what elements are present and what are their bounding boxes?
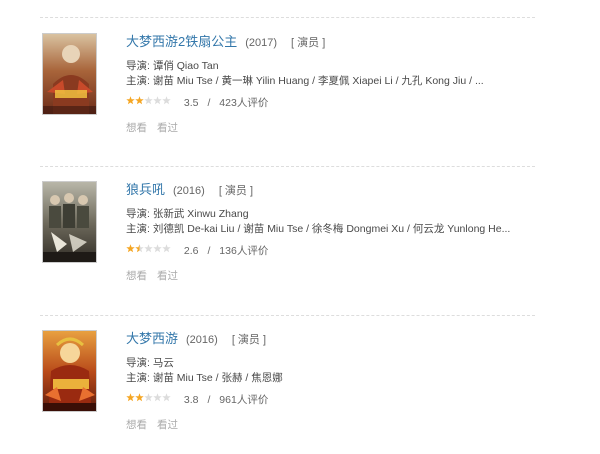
- film-year: (2016): [186, 334, 218, 346]
- rating-separator: /: [207, 394, 211, 406]
- film-poster[interactable]: [42, 181, 97, 263]
- film-item: 大梦西游2铁扇公主 (2017) [ 演员 ] 导演: 谭俏 Qiao Tan …: [40, 33, 535, 157]
- film-item: 大梦西游 (2016) [ 演员 ] 导演: 马云 主演: 谢苗 Miu Tse…: [40, 330, 535, 454]
- want-to-watch-button[interactable]: 想看: [126, 270, 147, 282]
- film-year: (2016): [173, 185, 205, 197]
- watched-button[interactable]: 看过: [157, 122, 178, 134]
- star-icon: [126, 96, 135, 105]
- film-director: 导演: 马云: [126, 357, 174, 369]
- watched-button[interactable]: 看过: [157, 419, 178, 431]
- star-icon: [162, 244, 171, 253]
- star-icon: [144, 244, 153, 253]
- rating-count: 961人评价: [219, 394, 269, 406]
- film-cast: 主演: 谢苗 Miu Tse / 张赫 / 焦恩娜: [126, 372, 283, 384]
- star-icon: [126, 393, 135, 402]
- film-director: 导演: 谭俏 Qiao Tan: [126, 60, 219, 72]
- film-cast: 主演: 谢苗 Miu Tse / 黄一琳 Yilin Huang / 李夏佩 X…: [126, 75, 484, 87]
- star-icon: [126, 244, 135, 253]
- star-icon: [135, 393, 144, 402]
- star-icon: [153, 96, 162, 105]
- star-icon: [144, 96, 153, 105]
- divider: [40, 166, 535, 167]
- film-role: [ 演员 ]: [231, 334, 267, 346]
- star-icon: [162, 393, 171, 402]
- film-poster[interactable]: [42, 33, 97, 115]
- rating-score: 3.5: [183, 97, 199, 109]
- rating-separator: /: [207, 97, 211, 109]
- watched-button[interactable]: 看过: [157, 270, 178, 282]
- film-rating: 2.6 / 136人评价: [126, 244, 535, 258]
- rating-stars: [126, 392, 171, 406]
- film-item: 狼兵吼 (2016) [ 演员 ] 导演: 张新武 Xinwu Zhang 主演…: [40, 181, 535, 305]
- star-icon: [153, 393, 162, 402]
- rating-separator: /: [207, 245, 211, 257]
- star-icon: [135, 96, 144, 105]
- film-poster[interactable]: [42, 330, 97, 412]
- film-role: [ 演员 ]: [291, 37, 326, 49]
- star-icon: [162, 96, 171, 105]
- film-role: [ 演员 ]: [218, 185, 254, 197]
- film-director: 导演: 张新武 Xinwu Zhang: [126, 208, 249, 220]
- want-to-watch-button[interactable]: 想看: [126, 419, 147, 431]
- rating-stars: [126, 243, 171, 257]
- film-year: (2017): [245, 37, 278, 49]
- rating-count: 423人评价: [219, 97, 269, 109]
- star-icon: [144, 393, 153, 402]
- film-rating: 3.8 / 961人评价: [126, 393, 535, 407]
- divider: [40, 315, 535, 316]
- star-icon: [135, 244, 144, 253]
- rating-score: 3.8: [183, 394, 199, 406]
- rating-count: 136人评价: [219, 245, 269, 257]
- rating-score: 2.6: [183, 245, 199, 257]
- film-title-link[interactable]: 狼兵吼: [126, 182, 165, 197]
- rating-stars: [126, 95, 171, 109]
- film-cast: 主演: 刘德凯 De-kai Liu / 谢苗 Miu Tse / 徐冬梅 Do…: [126, 223, 511, 235]
- want-to-watch-button[interactable]: 想看: [126, 122, 147, 134]
- star-icon: [153, 244, 162, 253]
- film-title-link[interactable]: 大梦西游2铁扇公主: [126, 34, 237, 49]
- divider-top: [40, 17, 535, 18]
- film-rating: 3.5 / 423人评价: [126, 96, 535, 110]
- film-title-link[interactable]: 大梦西游: [126, 331, 178, 346]
